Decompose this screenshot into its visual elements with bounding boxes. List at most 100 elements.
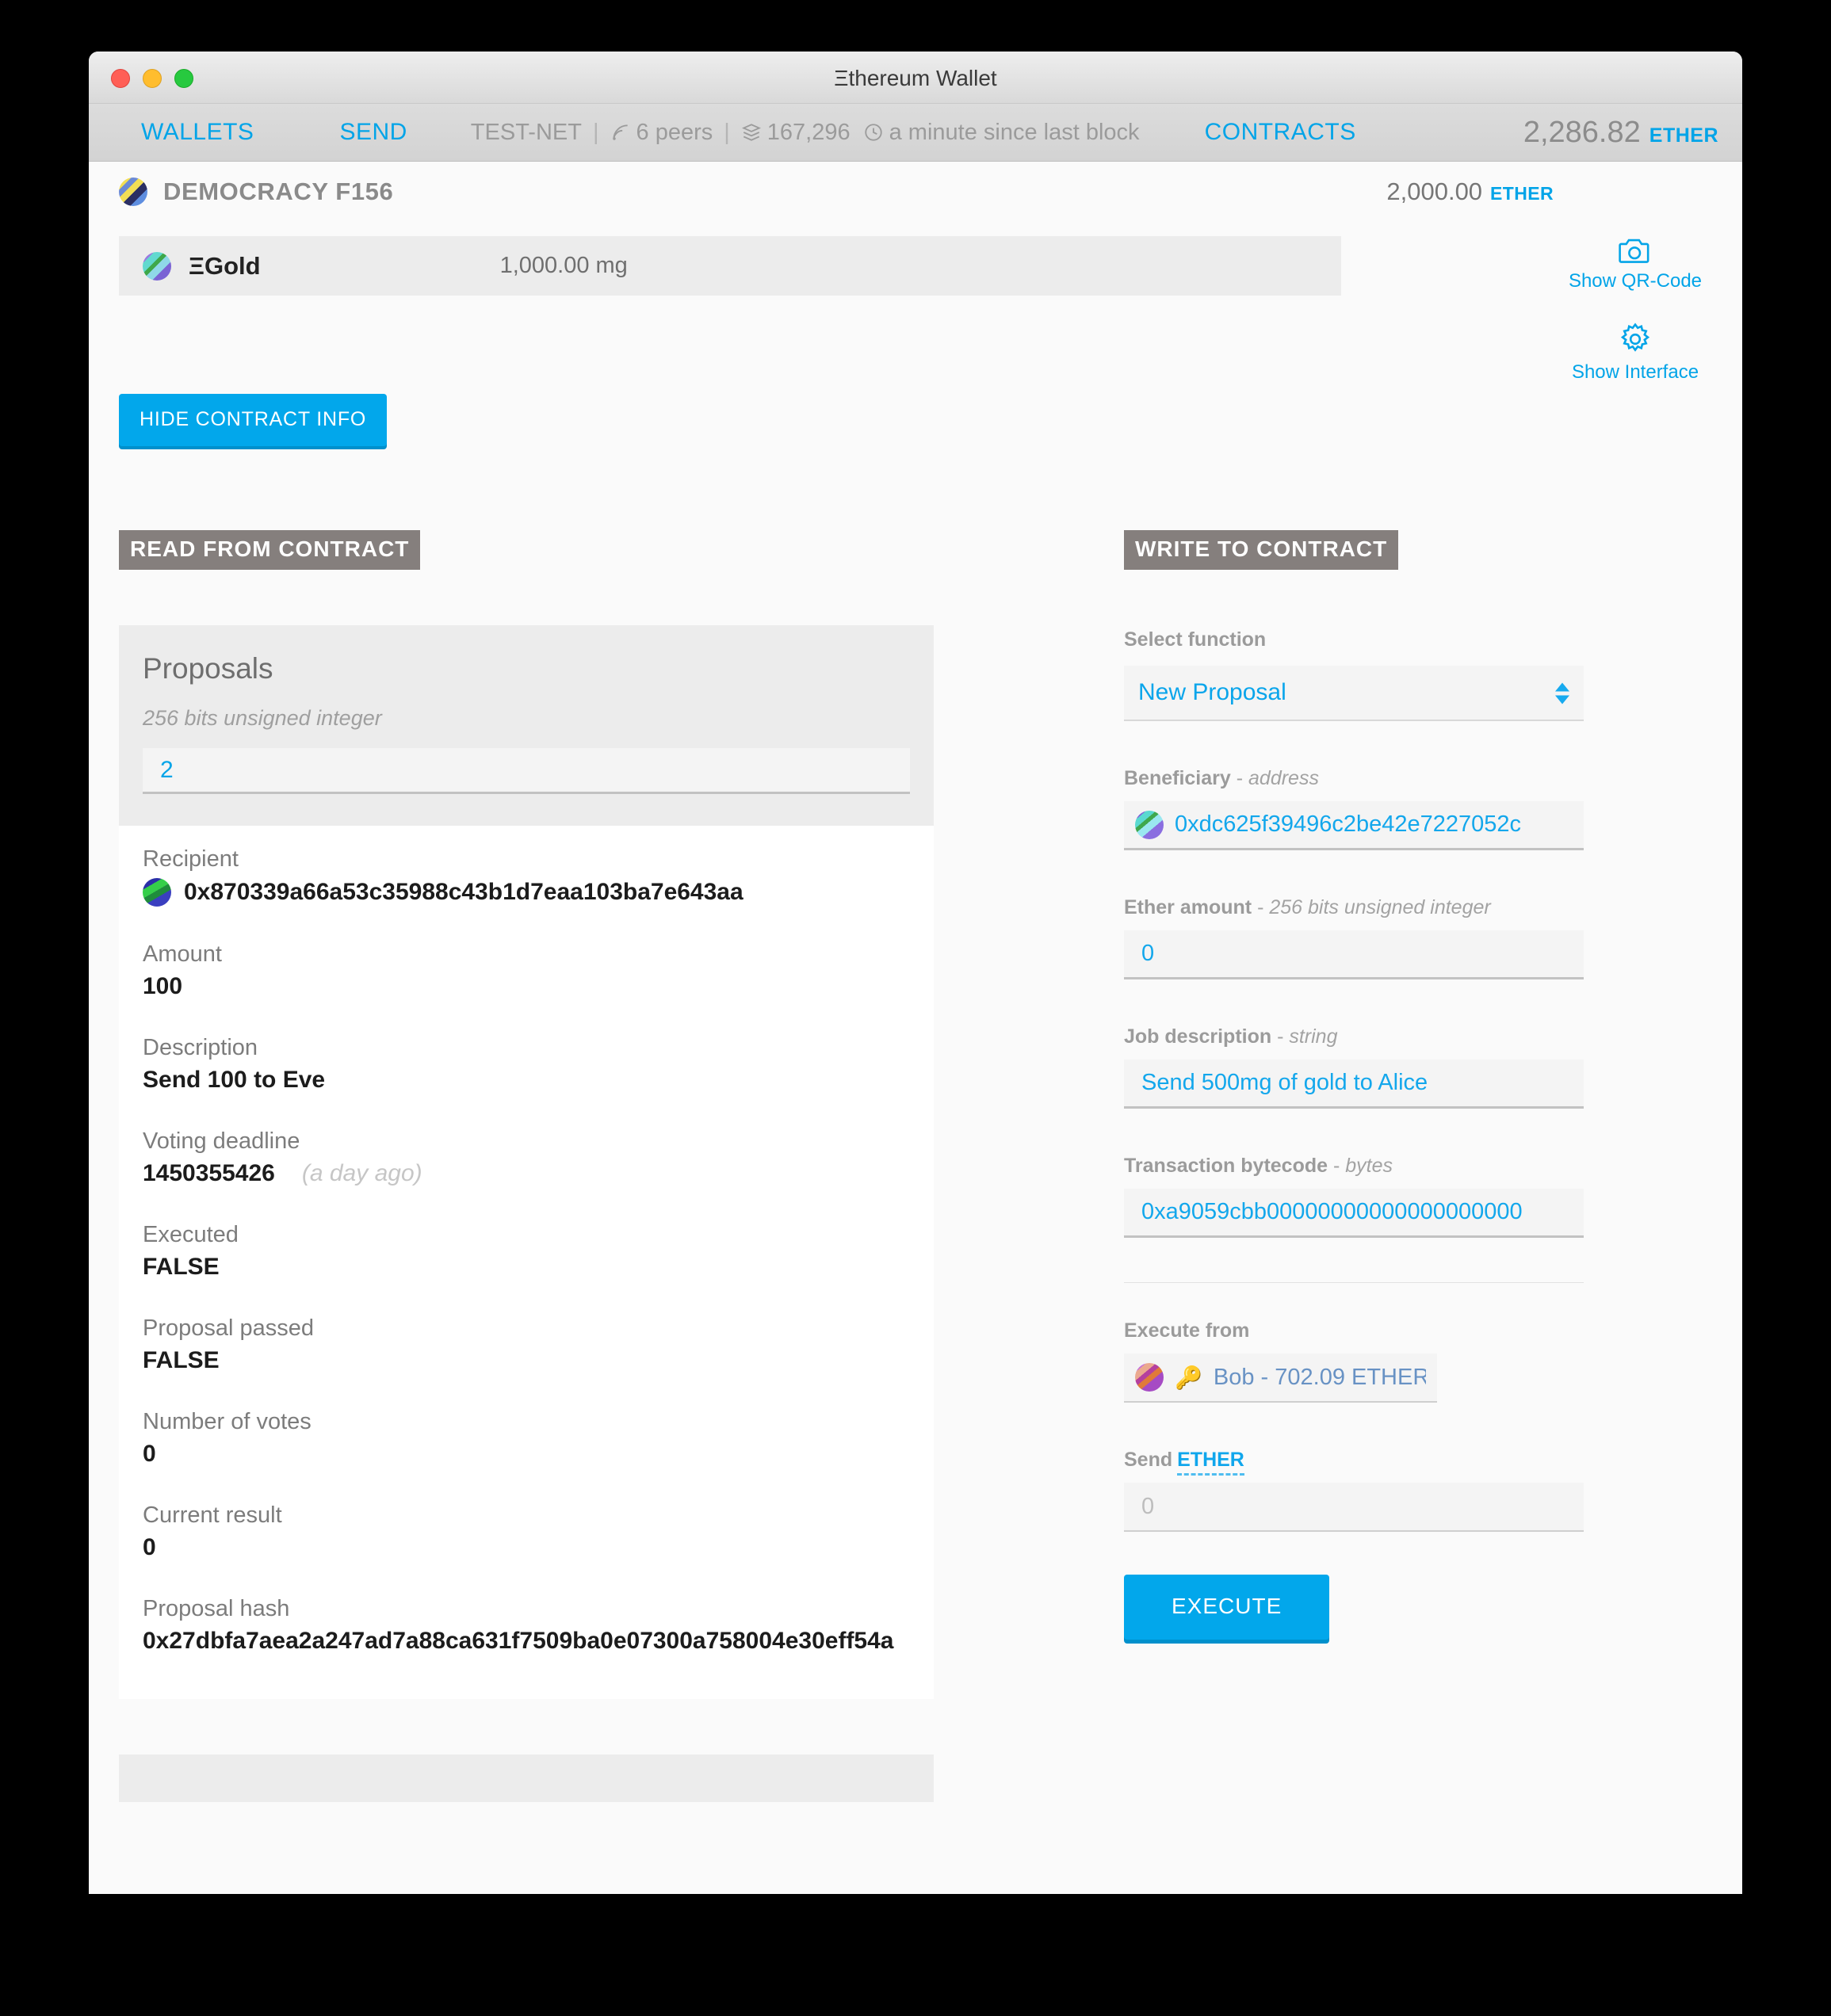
send-amount-placeholder: 0 [1141,1493,1155,1519]
result-key: Executed [143,1222,239,1247]
balance-currency: ETHER [1649,124,1718,147]
transaction-bytecode-input[interactable]: 0xa9059cbb00000000000000000000 [1124,1189,1584,1238]
token-avatar-icon [143,251,171,281]
send-amount-input[interactable]: 0 [1124,1483,1584,1532]
result-value-row: 0x870339a66a53c35988c43b1d7eaa103ba7e643… [143,878,910,907]
send-amount-label: Send ETHER [1124,1449,1584,1476]
beneficiary-input[interactable]: 0xdc625f39496c2be42e7227052c [1124,801,1584,850]
beneficiary-label: Beneficiary - address [1124,767,1319,789]
result-recipient: Recipient 0x870339a66a53c35988c43b1d7eaa… [143,846,910,907]
select-function-dropdown[interactable]: New Proposal [1124,666,1584,721]
key-icon: 🔑 [1175,1365,1202,1390]
recipient-avatar-icon [143,878,171,907]
job-description-label: Job description - string [1124,1025,1338,1048]
contract-balance-currency: ETHER [1490,183,1554,204]
write-to-contract-column: WRITE TO CONTRACT Select function New Pr… [1092,530,1584,1802]
result-value: FALSE [143,1347,220,1373]
beneficiary-value: 0xdc625f39496c2be42e7227052c [1175,811,1522,837]
contract-avatar-icon [119,178,147,206]
wallet-total-balance: 2,286.82 ETHER [1523,116,1718,150]
contract-name: DEMOCRACY F156 [163,178,394,205]
last-block-label: a minute since last block [889,119,1140,145]
result-number-of-votes: Number of votes 0 [143,1409,910,1468]
token-name: ΞGold [189,251,261,280]
chevron-updown-icon[interactable] [1555,682,1569,704]
block-number-label: 167,296 [766,119,851,145]
result-value: 1450355426 [143,1160,275,1186]
contract-side-actions: Show QR-Code Show Interface [1568,236,1703,414]
account-avatar-icon [1135,1363,1164,1392]
result-value: FALSE [143,1254,220,1280]
read-from-contract-column: READ FROM CONTRACT Proposals 256 bits un… [89,530,1092,1802]
write-divider [1124,1282,1584,1283]
contract-balance-amount: 2,000.00 [1386,178,1483,205]
result-value: 0x870339a66a53c35988c43b1d7eaa103ba7e643… [184,879,743,905]
read-function-card: Proposals 256 bits unsigned integer Reci… [119,625,934,1699]
read-function-header: Proposals 256 bits unsigned integer [119,625,934,826]
contract-columns: READ FROM CONTRACT Proposals 256 bits un… [89,446,1742,1802]
result-key: Number of votes [143,1409,312,1434]
result-proposal-hash: Proposal hash 0x27dbfa7aea2a247ad7a88ca6… [143,1596,910,1655]
tab-contracts[interactable]: CONTRACTS [1198,119,1363,146]
result-executed: Executed FALSE [143,1222,910,1281]
balance-amount: 2,286.82 [1523,115,1641,149]
select-function-label: Select function [1124,628,1267,651]
read-function-results: Recipient 0x870339a66a53c35988c43b1d7eaa… [119,826,934,1699]
page-content: DEMOCRACY F156 2,000.00 ETHER ΞGold 1,00… [89,162,1742,1893]
read-function-param-type: 256 bits unsigned integer [143,706,382,730]
token-balance-row[interactable]: ΞGold 1,000.00 mg [119,236,1341,296]
result-voting-deadline: Voting deadline 1450355426 (a day ago) [143,1128,910,1187]
result-proposal-passed: Proposal passed FALSE [143,1315,910,1374]
status-divider-1: | [592,119,599,145]
result-value-row: 1450355426 (a day ago) [143,1160,910,1187]
execute-button[interactable]: EXECUTE [1124,1575,1330,1640]
read-function-param-input[interactable] [143,748,910,794]
window-titlebar: Ξthereum Wallet [89,52,1742,104]
peers-antenna-icon [612,124,628,140]
result-key: Recipient [143,846,239,872]
result-key: Current result [143,1502,282,1528]
job-description-value: Send 500mg of gold to Alice [1141,1070,1428,1095]
result-description: Description Send 100 to Eve [143,1035,910,1094]
result-key: Amount [143,941,222,967]
tab-send[interactable]: SEND [333,119,413,146]
clock-icon [864,124,882,141]
result-value: 100 [143,973,183,999]
result-value: 0 [143,1534,156,1560]
send-currency-toggle[interactable]: ETHER [1177,1449,1244,1476]
window-title: Ξthereum Wallet [834,66,997,90]
read-function-card-next[interactable] [119,1754,934,1802]
camera-icon [1619,239,1649,263]
job-description-input[interactable]: Send 500mg of gold to Alice [1124,1060,1584,1109]
ether-amount-input[interactable]: 0 [1124,930,1584,979]
status-divider-2: | [724,119,730,145]
result-value: 0 [143,1441,156,1467]
block-count: 167,296 [741,120,851,146]
peer-count-label: 6 peers [636,119,713,145]
show-interface-button[interactable]: Show Interface [1568,323,1703,384]
result-key: Proposal passed [143,1315,315,1341]
app-window: Ξthereum Wallet WALLETS SEND TEST-NET | … [89,52,1742,1894]
network-name: TEST-NET [470,119,582,145]
result-key: Proposal hash [143,1596,290,1621]
result-key: Description [143,1035,258,1060]
peer-count: 6 peers [610,120,713,146]
result-current-result: Current result 0 [143,1502,910,1561]
token-amount: 1,000.00 mg [499,253,628,278]
contract-header: DEMOCRACY F156 2,000.00 ETHER [89,162,1742,206]
read-section-tag: READ FROM CONTRACT [119,530,421,570]
result-relative-time: (a day ago) [301,1160,422,1186]
contract-balance: 2,000.00 ETHER [1386,178,1712,206]
hide-contract-info-button[interactable]: HIDE CONTRACT INFO [119,394,388,446]
read-function-title: Proposals [143,652,273,685]
select-function-wrapper: New Proposal [1124,666,1584,721]
show-qr-code-button[interactable]: Show QR-Code [1568,236,1703,292]
execute-from-select[interactable]: 🔑 Bob - 702.09 ETHER [1124,1354,1437,1403]
show-interface-label: Show Interface [1571,361,1699,384]
network-status: TEST-NET | 6 peers | 167,296 a minute si… [471,120,1140,146]
transaction-bytecode-label: Transaction bytecode - bytes [1124,1155,1393,1177]
execute-from-account: Bob - 702.09 ETHER [1213,1364,1426,1390]
tab-wallets[interactable]: WALLETS [135,119,260,146]
app-toolbar: WALLETS SEND TEST-NET | 6 peers | 167,29… [89,104,1742,162]
write-section-tag: WRITE TO CONTRACT [1124,530,1399,570]
